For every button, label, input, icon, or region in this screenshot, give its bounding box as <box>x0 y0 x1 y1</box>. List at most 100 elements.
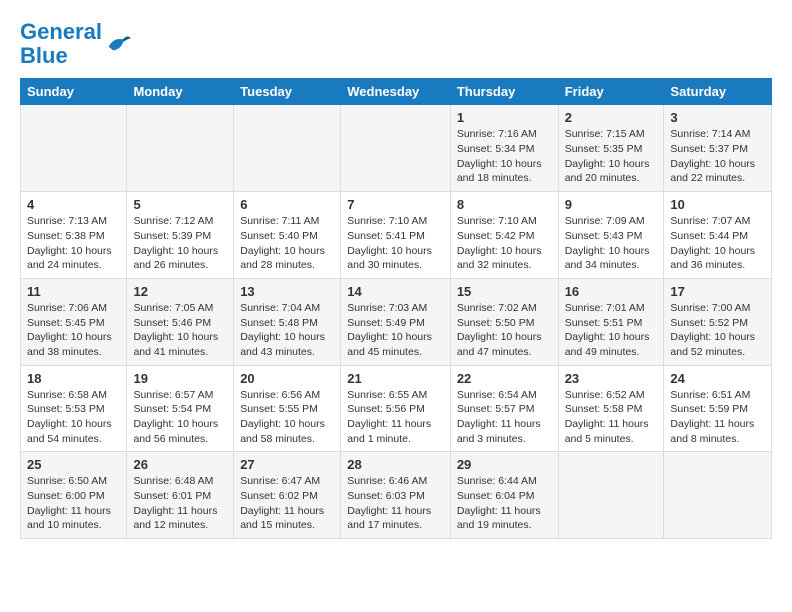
header-friday: Friday <box>558 79 664 105</box>
day-number: 13 <box>240 284 334 299</box>
day-number: 1 <box>457 110 552 125</box>
calendar-cell: 10 Sunrise: 7:07 AM Sunset: 5:44 PM Dayli… <box>664 192 772 279</box>
day-number: 16 <box>565 284 658 299</box>
day-info: Sunrise: 6:50 AM Sunset: 6:00 PM Dayligh… <box>27 474 120 533</box>
day-info: Sunrise: 6:54 AM Sunset: 5:57 PM Dayligh… <box>457 388 552 447</box>
calendar-cell <box>127 105 234 192</box>
day-info: Sunrise: 6:58 AM Sunset: 5:53 PM Dayligh… <box>27 388 120 447</box>
calendar-cell <box>664 452 772 539</box>
day-number: 19 <box>133 371 227 386</box>
logo-bird-icon <box>104 30 132 58</box>
day-info: Sunrise: 7:05 AM Sunset: 5:46 PM Dayligh… <box>133 301 227 360</box>
day-info: Sunrise: 7:11 AM Sunset: 5:40 PM Dayligh… <box>240 214 334 273</box>
logo: General Blue <box>20 20 132 68</box>
calendar-cell: 29 Sunrise: 6:44 AM Sunset: 6:04 PM Dayli… <box>450 452 558 539</box>
calendar-cell: 27Sunrise: 6:47 AM Sunset: 6:02 PM Dayli… <box>234 452 341 539</box>
calendar-cell <box>21 105 127 192</box>
day-info: Sunrise: 6:47 AM Sunset: 6:02 PM Dayligh… <box>240 474 334 533</box>
calendar-cell: 12 Sunrise: 7:05 AM Sunset: 5:46 PM Dayli… <box>127 278 234 365</box>
logo-text: General Blue <box>20 20 132 68</box>
calendar-cell: 24 Sunrise: 6:51 AM Sunset: 5:59 PM Dayli… <box>664 365 772 452</box>
day-number: 17 <box>670 284 765 299</box>
day-info: Sunrise: 7:15 AM Sunset: 5:35 PM Dayligh… <box>565 127 658 186</box>
day-info: Sunrise: 7:10 AM Sunset: 5:41 PM Dayligh… <box>347 214 444 273</box>
calendar-cell: 15 Sunrise: 7:02 AM Sunset: 5:50 PM Dayli… <box>450 278 558 365</box>
day-number: 23 <box>565 371 658 386</box>
day-info: Sunrise: 7:09 AM Sunset: 5:43 PM Dayligh… <box>565 214 658 273</box>
day-number: 2 <box>565 110 658 125</box>
calendar-cell: 21Sunrise: 6:55 AM Sunset: 5:56 PM Dayli… <box>341 365 451 452</box>
day-number: 9 <box>565 197 658 212</box>
day-number: 28 <box>347 457 444 472</box>
day-number: 11 <box>27 284 120 299</box>
calendar-table: SundayMondayTuesdayWednesdayThursdayFrid… <box>20 78 772 539</box>
day-number: 5 <box>133 197 227 212</box>
calendar-cell: 11 Sunrise: 7:06 AM Sunset: 5:45 PM Dayli… <box>21 278 127 365</box>
day-info: Sunrise: 7:14 AM Sunset: 5:37 PM Dayligh… <box>670 127 765 186</box>
day-number: 3 <box>670 110 765 125</box>
header-wednesday: Wednesday <box>341 79 451 105</box>
day-number: 15 <box>457 284 552 299</box>
calendar-cell: 23 Sunrise: 6:52 AM Sunset: 5:58 PM Dayli… <box>558 365 664 452</box>
calendar-cell: 14 Sunrise: 7:03 AM Sunset: 5:49 PM Dayli… <box>341 278 451 365</box>
logo-blue: Blue <box>20 43 68 68</box>
calendar-week-row: 18 Sunrise: 6:58 AM Sunset: 5:53 PM Dayli… <box>21 365 772 452</box>
day-info: Sunrise: 7:04 AM Sunset: 5:48 PM Dayligh… <box>240 301 334 360</box>
calendar-cell <box>341 105 451 192</box>
day-number: 29 <box>457 457 552 472</box>
day-info: Sunrise: 7:06 AM Sunset: 5:45 PM Dayligh… <box>27 301 120 360</box>
day-info: Sunrise: 6:52 AM Sunset: 5:58 PM Dayligh… <box>565 388 658 447</box>
day-number: 18 <box>27 371 120 386</box>
day-info: Sunrise: 6:48 AM Sunset: 6:01 PM Dayligh… <box>133 474 227 533</box>
day-info: Sunrise: 6:44 AM Sunset: 6:04 PM Dayligh… <box>457 474 552 533</box>
logo-general: General <box>20 19 102 44</box>
calendar-cell: 4Sunrise: 7:13 AM Sunset: 5:38 PM Daylig… <box>21 192 127 279</box>
day-number: 22 <box>457 371 552 386</box>
header-saturday: Saturday <box>664 79 772 105</box>
day-info: Sunrise: 6:51 AM Sunset: 5:59 PM Dayligh… <box>670 388 765 447</box>
header-tuesday: Tuesday <box>234 79 341 105</box>
day-number: 7 <box>347 197 444 212</box>
calendar-cell: 2 Sunrise: 7:15 AM Sunset: 5:35 PM Daylig… <box>558 105 664 192</box>
calendar-week-row: 25 Sunrise: 6:50 AM Sunset: 6:00 PM Dayli… <box>21 452 772 539</box>
header-monday: Monday <box>127 79 234 105</box>
calendar-cell <box>558 452 664 539</box>
header-sunday: Sunday <box>21 79 127 105</box>
day-info: Sunrise: 7:12 AM Sunset: 5:39 PM Dayligh… <box>133 214 227 273</box>
day-number: 12 <box>133 284 227 299</box>
day-number: 24 <box>670 371 765 386</box>
day-number: 25 <box>27 457 120 472</box>
day-info: Sunrise: 7:01 AM Sunset: 5:51 PM Dayligh… <box>565 301 658 360</box>
day-info: Sunrise: 6:57 AM Sunset: 5:54 PM Dayligh… <box>133 388 227 447</box>
calendar-cell: 6Sunrise: 7:11 AM Sunset: 5:40 PM Daylig… <box>234 192 341 279</box>
calendar-week-row: 4Sunrise: 7:13 AM Sunset: 5:38 PM Daylig… <box>21 192 772 279</box>
calendar-cell: 9 Sunrise: 7:09 AM Sunset: 5:43 PM Daylig… <box>558 192 664 279</box>
calendar-cell: 7 Sunrise: 7:10 AM Sunset: 5:41 PM Daylig… <box>341 192 451 279</box>
day-info: Sunrise: 7:10 AM Sunset: 5:42 PM Dayligh… <box>457 214 552 273</box>
day-info: Sunrise: 6:46 AM Sunset: 6:03 PM Dayligh… <box>347 474 444 533</box>
calendar-cell: 26 Sunrise: 6:48 AM Sunset: 6:01 PM Dayli… <box>127 452 234 539</box>
day-info: Sunrise: 7:16 AM Sunset: 5:34 PM Dayligh… <box>457 127 552 186</box>
day-info: Sunrise: 6:55 AM Sunset: 5:56 PM Dayligh… <box>347 388 444 447</box>
calendar-cell: 22 Sunrise: 6:54 AM Sunset: 5:57 PM Dayli… <box>450 365 558 452</box>
day-number: 26 <box>133 457 227 472</box>
calendar-cell: 17 Sunrise: 7:00 AM Sunset: 5:52 PM Dayli… <box>664 278 772 365</box>
calendar-cell: 5 Sunrise: 7:12 AM Sunset: 5:39 PM Daylig… <box>127 192 234 279</box>
day-info: Sunrise: 7:07 AM Sunset: 5:44 PM Dayligh… <box>670 214 765 273</box>
day-info: Sunrise: 7:02 AM Sunset: 5:50 PM Dayligh… <box>457 301 552 360</box>
calendar-cell: 16 Sunrise: 7:01 AM Sunset: 5:51 PM Dayli… <box>558 278 664 365</box>
page-header: General Blue <box>20 20 772 68</box>
day-number: 10 <box>670 197 765 212</box>
calendar-cell: 1 Sunrise: 7:16 AM Sunset: 5:34 PM Daylig… <box>450 105 558 192</box>
calendar-week-row: 1 Sunrise: 7:16 AM Sunset: 5:34 PM Daylig… <box>21 105 772 192</box>
calendar-cell: 19 Sunrise: 6:57 AM Sunset: 5:54 PM Dayli… <box>127 365 234 452</box>
day-number: 4 <box>27 197 120 212</box>
day-info: Sunrise: 7:00 AM Sunset: 5:52 PM Dayligh… <box>670 301 765 360</box>
calendar-cell: 20 Sunrise: 6:56 AM Sunset: 5:55 PM Dayli… <box>234 365 341 452</box>
day-number: 20 <box>240 371 334 386</box>
day-info: Sunrise: 6:56 AM Sunset: 5:55 PM Dayligh… <box>240 388 334 447</box>
day-info: Sunrise: 7:03 AM Sunset: 5:49 PM Dayligh… <box>347 301 444 360</box>
day-number: 14 <box>347 284 444 299</box>
calendar-cell: 8Sunrise: 7:10 AM Sunset: 5:42 PM Daylig… <box>450 192 558 279</box>
header-thursday: Thursday <box>450 79 558 105</box>
